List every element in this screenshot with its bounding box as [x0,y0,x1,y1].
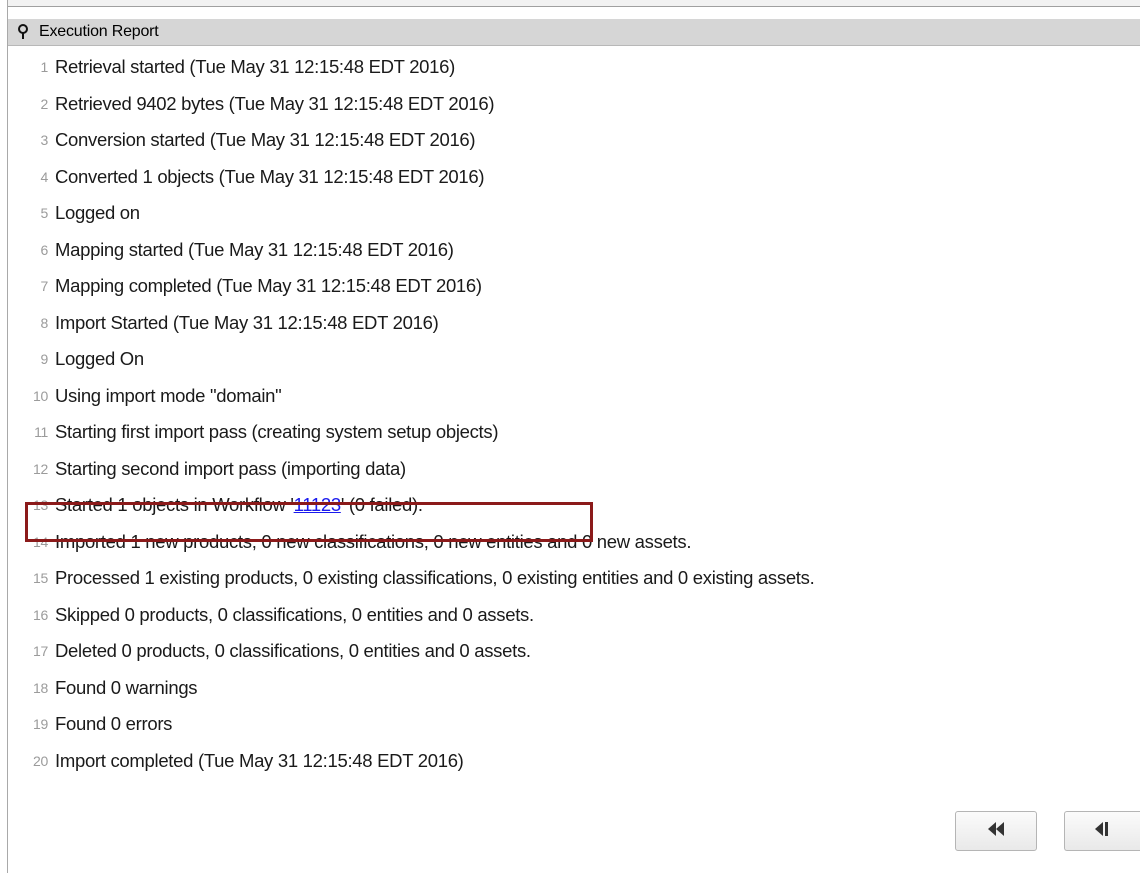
log-text: Retrieved 9402 bytes (Tue May 31 12:15:4… [55,92,495,114]
log-line: 1 Retrieval started (Tue May 31 12:15:48… [20,49,1140,86]
window-left-edge [0,0,8,873]
line-number: 18 [33,679,48,696]
log-line: 5 Logged on [20,195,1140,232]
line-number: 8 [40,314,49,331]
log-text: Starting second import pass (importing d… [55,457,406,479]
rewind-first-icon [985,821,1007,842]
log-text: Found 0 warnings [55,676,198,698]
execution-log: 1 Retrieval started (Tue May 31 12:15:48… [20,49,1140,779]
first-page-button[interactable] [955,811,1037,851]
line-number: 4 [40,168,49,185]
panel-title-bar: Execution Report [8,19,1140,46]
line-number: 19 [33,716,48,733]
log-text: Starting first import pass (creating sys… [55,421,499,443]
log-text: Logged on [55,202,140,224]
log-text: Using import mode "domain" [55,384,282,406]
log-text: Logged On [55,348,144,370]
log-line: 3 Conversion started (Tue May 31 12:15:4… [20,122,1140,159]
line-number: 7 [40,278,49,295]
log-text: Import completed (Tue May 31 12:15:48 ED… [55,749,464,771]
log-line: 11 Starting first import pass (creating … [20,414,1140,451]
log-text: Skipped 0 products, 0 classifications, 0… [55,603,534,625]
line-number: 11 [34,424,48,441]
line-number: 9 [40,351,49,368]
window-top-edge [0,0,1140,7]
log-text: Import Started (Tue May 31 12:15:48 EDT … [55,311,439,333]
log-text: Deleted 0 products, 0 classifications, 0… [55,640,531,662]
log-line: 12 Starting second import pass (importin… [20,451,1140,488]
log-line: 8 Import Started (Tue May 31 12:15:48 ED… [20,305,1140,342]
log-line: 10 Using import mode "domain" [20,378,1140,415]
line-number: 2 [40,95,49,112]
log-text: Mapping completed (Tue May 31 12:15:48 E… [55,275,482,297]
log-line: 6 Mapping started (Tue May 31 12:15:48 E… [20,232,1140,269]
log-text: Converted 1 objects (Tue May 31 12:15:48… [55,165,485,187]
highlight-box [25,502,593,542]
line-number: 3 [40,132,49,149]
log-line: 9 Logged On [20,341,1140,378]
log-line: 19 Found 0 errors [20,706,1140,743]
pin-icon[interactable] [16,24,30,40]
line-number: 6 [40,241,49,258]
log-text: Mapping started (Tue May 31 12:15:48 EDT… [55,238,454,260]
log-line: 20 Import completed (Tue May 31 12:15:48… [20,743,1140,780]
log-line: 16 Skipped 0 products, 0 classifications… [20,597,1140,634]
line-number: 17 [33,643,48,660]
line-number: 12 [33,460,48,477]
log-line: 18 Found 0 warnings [20,670,1140,707]
log-line: 17 Deleted 0 products, 0 classifications… [20,633,1140,670]
log-text: Retrieval started (Tue May 31 12:15:48 E… [55,56,456,78]
log-text: Found 0 errors [55,713,173,735]
log-line: 2 Retrieved 9402 bytes (Tue May 31 12:15… [20,86,1140,123]
line-number: 20 [33,752,48,769]
log-text: Processed 1 existing products, 0 existin… [55,567,815,589]
step-back-icon [1094,821,1112,842]
line-number: 10 [33,387,48,404]
log-line: 4 Converted 1 objects (Tue May 31 12:15:… [20,159,1140,196]
panel-title: Execution Report [39,23,159,40]
line-number: 1 [40,59,49,76]
line-number: 15 [33,570,48,587]
line-number: 5 [40,205,49,222]
log-line: 7 Mapping completed (Tue May 31 12:15:48… [20,268,1140,305]
log-line: 15 Processed 1 existing products, 0 exis… [20,560,1140,597]
log-text: Conversion started (Tue May 31 12:15:48 … [55,129,476,151]
previous-page-button[interactable] [1064,811,1140,851]
line-number: 16 [33,606,48,623]
